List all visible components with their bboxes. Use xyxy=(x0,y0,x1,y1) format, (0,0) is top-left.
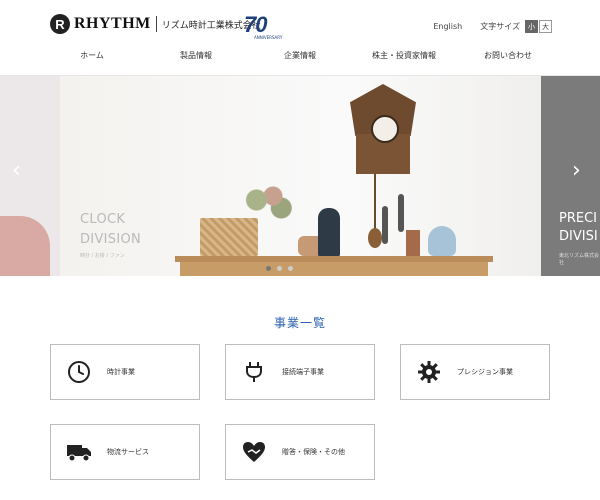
business-card-label: プレシジョン事業 xyxy=(457,368,513,376)
heart-hand-icon xyxy=(240,438,268,466)
business-card-clock[interactable]: 時計事業 xyxy=(50,344,200,400)
nav-item-investors[interactable]: 株主・投資家情報 xyxy=(352,50,456,61)
anniversary-logo: 70 ANNIVERSARY xyxy=(244,12,282,40)
font-size-large-button[interactable]: 大 xyxy=(539,20,552,33)
slide-title-line1: CLOCK xyxy=(80,212,126,227)
clock-pendulum-bob xyxy=(368,228,382,248)
font-size-small-button[interactable]: 小 xyxy=(525,20,538,33)
nav-item-home[interactable]: ホーム xyxy=(40,50,144,61)
chevron-right-icon[interactable]: › xyxy=(572,158,581,183)
business-card-label: 贈答・保険・その他 xyxy=(282,448,345,456)
next-slide-title-line1: PRECI xyxy=(559,211,597,226)
table-body xyxy=(180,262,488,276)
slider-dot[interactable] xyxy=(288,266,293,271)
utility-bar: English 文字サイズ 小 大 xyxy=(433,20,552,33)
slider-dot[interactable] xyxy=(266,266,271,271)
business-card-label: 物流サービス xyxy=(107,448,149,456)
plug-icon xyxy=(240,358,268,386)
logo-wordmark: RHYTHM xyxy=(74,15,151,32)
current-slide[interactable]: CLOCK DIVISION 時計 / お掛 / ファン xyxy=(60,76,541,276)
nav-item-products[interactable]: 製品情報 xyxy=(144,50,248,61)
business-card-connector[interactable]: 接続端子事業 xyxy=(225,344,375,400)
slide-subtitle: 時計 / お掛 / ファン xyxy=(80,253,125,259)
nav-item-contact[interactable]: お問い合わせ xyxy=(456,50,560,61)
clock-pendulum xyxy=(374,174,376,234)
english-link[interactable]: English xyxy=(433,22,462,31)
truck-icon xyxy=(65,438,93,466)
next-slide-title: PRECI DIVISI xyxy=(559,210,598,246)
next-slide-subtitle: 東北リズム株式会社 xyxy=(559,253,600,266)
cuckoo-clock-face xyxy=(371,115,399,143)
logo[interactable]: R RHYTHM リズム時計工業株式会社 xyxy=(50,14,261,34)
slide-title: CLOCK DIVISION xyxy=(80,210,141,250)
slider-dots xyxy=(266,266,299,271)
chevron-left-icon[interactable]: ‹ xyxy=(12,158,21,183)
dark-vase xyxy=(318,208,340,258)
blue-vase xyxy=(428,226,456,256)
anniversary-number: 70 xyxy=(244,12,268,37)
logo-mark-icon: R xyxy=(50,14,70,34)
clock-weight-right xyxy=(398,194,404,232)
main-nav: ホーム 製品情報 企業情報 株主・投資家情報 お問い合わせ xyxy=(40,50,560,61)
site-header: R RHYTHM リズム時計工業株式会社 70 ANNIVERSARY Engl… xyxy=(0,0,600,76)
business-card-precision[interactable]: プレシジョン事業 xyxy=(400,344,550,400)
business-card-gift-insurance[interactable]: 贈答・保険・その他 xyxy=(225,424,375,480)
font-size-label: 文字サイズ xyxy=(480,22,520,31)
wooden-blocks xyxy=(406,230,420,256)
previous-slide-image xyxy=(0,216,50,276)
slider-dot[interactable] xyxy=(277,266,282,271)
wicker-basket xyxy=(200,218,258,256)
anniversary-text: ANNIVERSARY xyxy=(254,35,283,40)
section-title: 事業一覧 xyxy=(273,316,326,330)
business-card-label: 接続端子事業 xyxy=(282,368,324,376)
logo-separator xyxy=(155,16,157,32)
hero-slider: CLOCK DIVISION 時計 / お掛 / ファン PRECI DIVIS… xyxy=(0,76,600,276)
business-card-label: 時計事業 xyxy=(107,368,135,376)
gear-icon xyxy=(415,358,443,386)
nav-item-company[interactable]: 企業情報 xyxy=(248,50,352,61)
business-card-logistics[interactable]: 物流サービス xyxy=(50,424,200,480)
clock-icon xyxy=(65,358,93,386)
next-slide-peek[interactable]: PRECI DIVISI 東北リズム株式会社 xyxy=(541,76,600,276)
clock-weight-left xyxy=(382,206,388,244)
slide-title-line2: DIVISION xyxy=(80,232,142,247)
next-slide-title-line2: DIVISI xyxy=(559,229,598,244)
previous-slide-peek[interactable] xyxy=(0,76,60,276)
